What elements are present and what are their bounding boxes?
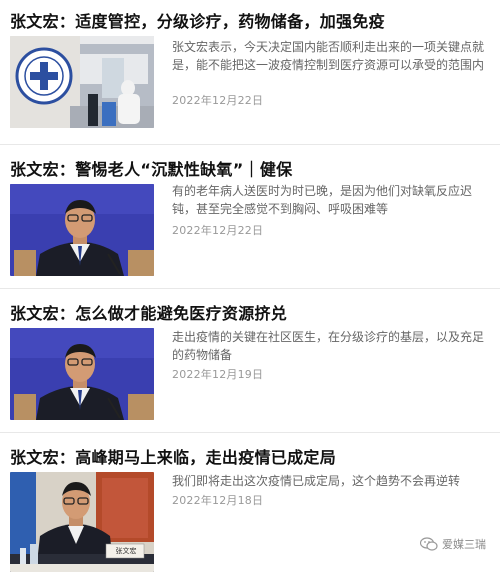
hospital-scene-image	[10, 36, 154, 128]
article-thumbnail[interactable]: 张文宏	[10, 472, 154, 572]
divider	[0, 144, 500, 145]
press-conference-image	[10, 328, 154, 420]
wechat-icon	[420, 537, 438, 551]
speaker-at-desk-image	[10, 472, 154, 572]
divider	[0, 288, 500, 289]
article-date: 2022年12月19日	[172, 368, 264, 381]
article-date: 2022年12月22日	[172, 94, 264, 107]
article-title[interactable]: 张文宏：警惕老人“沉默性缺氧”｜健保	[10, 156, 494, 180]
watermark-label: 爱媒三瑞	[442, 538, 486, 551]
article-summary: 张文宏表示，今天决定国内能否顺利走出来的一项关键点就是，能不能把这一波疫情控制到…	[172, 40, 485, 72]
article-date: 2022年12月18日	[172, 494, 264, 507]
article-date: 2022年12月22日	[172, 224, 264, 237]
article-title[interactable]: 张文宏：适度管控，分级诊疗，药物储备，加强免疫	[10, 8, 494, 32]
article-thumbnail[interactable]	[10, 184, 154, 276]
article-item[interactable]: 张文宏：适度管控，分级诊疗，药物储备，加强免疫 张文宏表示，今天决定国内能否顺利…	[0, 0, 500, 142]
nameplate-text: 张文宏	[115, 547, 137, 555]
divider	[0, 432, 500, 433]
article-thumbnail[interactable]	[10, 36, 154, 128]
article-summary: 我们即将走出这次疫情已成定局，这个趋势不会再逆转	[172, 474, 461, 488]
article-title[interactable]: 张文宏：怎么做才能避免医疗资源挤兑	[10, 300, 494, 324]
article-thumbnail[interactable]	[10, 328, 154, 420]
article-item[interactable]: 张文宏：警惕老人“沉默性缺氧”｜健保 有的老年病人送医时为时已晚，是因为他们对缺…	[0, 148, 500, 284]
watermark: 爱媒三瑞	[420, 536, 486, 552]
article-title[interactable]: 张文宏：高峰期马上来临，走出疫情已成定局	[10, 444, 494, 468]
press-conference-image	[10, 184, 154, 276]
article-summary: 走出疫情的关键在社区医生，在分级诊疗的基层，以及充足的药物储备	[172, 330, 485, 362]
article-item[interactable]: 张文宏：怎么做才能避免医疗资源挤兑 走出疫情的关键在社区医生，在分级诊疗的基层，…	[0, 292, 500, 428]
article-summary: 有的老年病人送医时为时已晚，是因为他们对缺氧反应迟钝，甚至完全感觉不到胸闷、呼吸…	[172, 184, 473, 216]
